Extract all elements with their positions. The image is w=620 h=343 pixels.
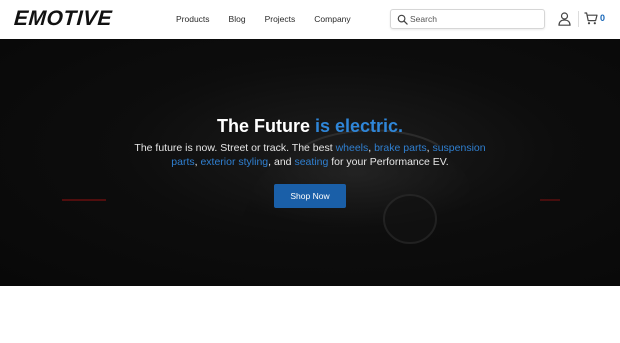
shop-now-button[interactable]: Shop Now (274, 184, 346, 208)
cart-count-badge[interactable]: 0 (600, 12, 605, 24)
hero-banner: The Future is electric. The future is no… (0, 39, 620, 286)
search-input[interactable] (410, 12, 540, 26)
hero-text-part2: for your Performance EV. (328, 156, 449, 168)
tail-light-right (540, 199, 560, 201)
header-divider (578, 11, 579, 27)
hero-description: The future is now. Street or track. The … (128, 141, 492, 169)
car-silhouette-image (240, 129, 472, 244)
page-content-area (0, 286, 620, 343)
nav-item-projects[interactable]: Projects (265, 13, 296, 25)
main-nav: Products Blog Projects Company (176, 13, 370, 25)
search-box (390, 9, 545, 29)
link-brake-parts[interactable]: brake parts (374, 142, 427, 154)
search-icon[interactable] (397, 14, 408, 25)
user-icon[interactable] (558, 12, 571, 26)
nav-item-products[interactable]: Products (176, 13, 210, 25)
cart-icon[interactable] (584, 12, 598, 25)
hero-text-part1: The future is now. Street or track. The … (134, 142, 336, 154)
nav-item-blog[interactable]: Blog (229, 13, 246, 25)
nav-item-company[interactable]: Company (314, 13, 350, 25)
link-wheels[interactable]: wheels (336, 142, 369, 154)
link-seating[interactable]: seating (294, 156, 328, 168)
link-exterior-styling[interactable]: exterior styling (200, 156, 268, 168)
brand-logo[interactable]: EMOTIVE (13, 7, 113, 30)
hero-title-accent: is electric. (314, 116, 404, 136)
hero-title: The Future is electric. (0, 115, 620, 137)
site-header: EMOTIVE Products Blog Projects Company 0 (0, 0, 620, 39)
hero-text-sep4: , and (268, 156, 295, 168)
hero-title-prefix: The Future (216, 116, 315, 136)
tail-light-left (62, 199, 106, 201)
